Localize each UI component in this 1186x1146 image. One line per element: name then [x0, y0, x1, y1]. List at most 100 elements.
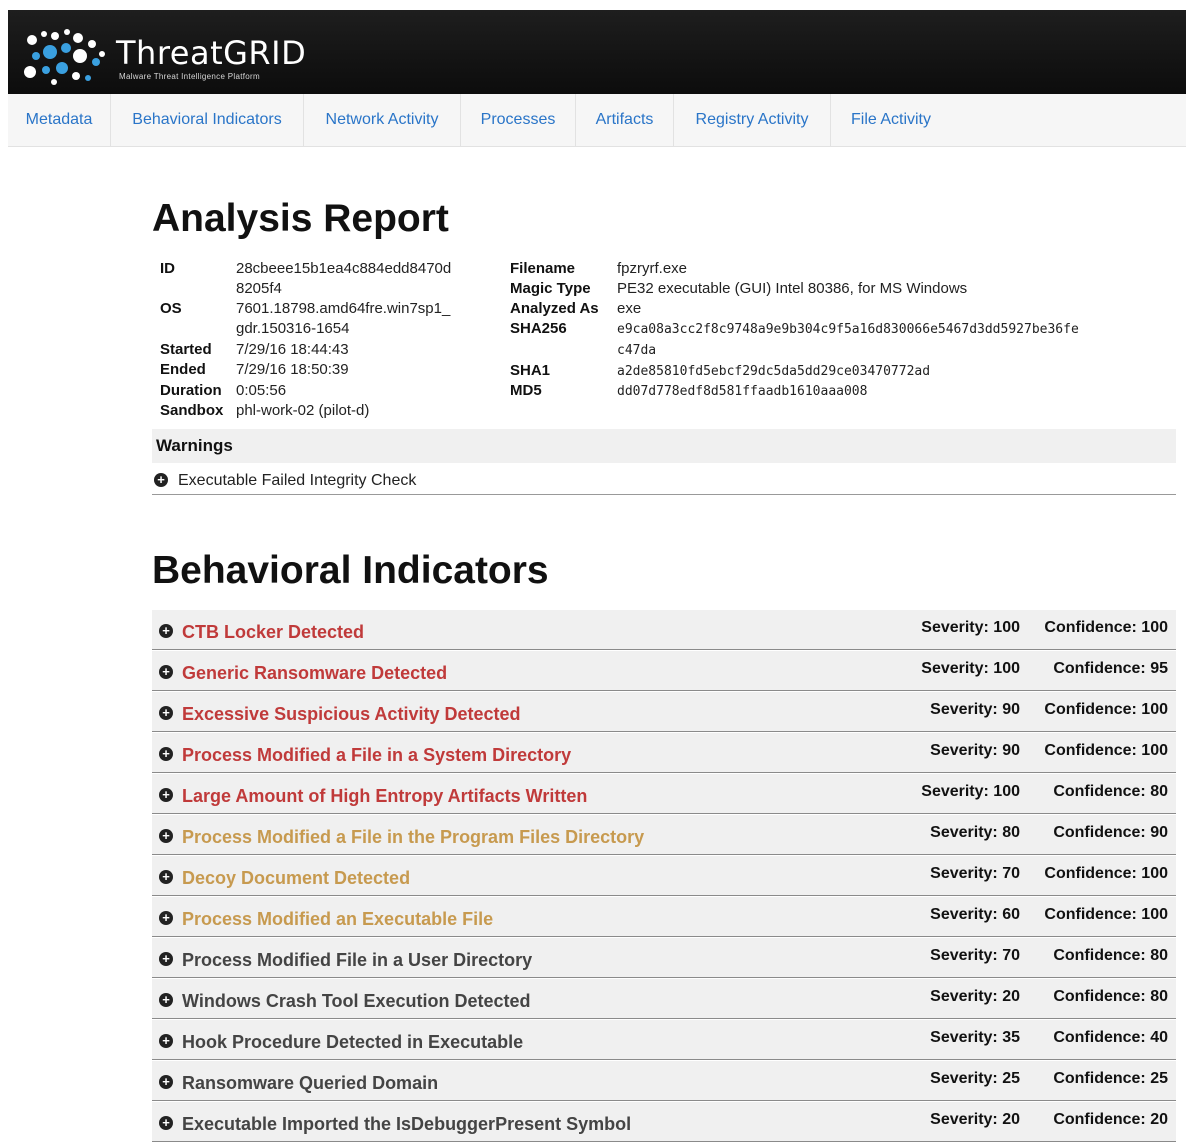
indicator-row[interactable]: + Large Amount of High Entropy Artifacts … [152, 774, 1176, 814]
indicator-row[interactable]: + Process Modified a File in the Program … [152, 815, 1176, 855]
nav-bar: Metadata Behavioral Indicators Network A… [8, 94, 1186, 147]
logo-name: ThreatGRID [116, 34, 307, 72]
indicator-severity: Severity: 100 [921, 619, 1020, 636]
indicator-list: + CTB Locker Detected Severity: 100 Confide… [152, 610, 1176, 1143]
sha256-value-line1: e9ca08a3cc2f8c9748a9e9b304c9f5a16d830066… [617, 322, 1079, 337]
expand-plus-icon[interactable]: + [159, 706, 173, 720]
expand-plus-icon[interactable]: + [159, 829, 173, 843]
indicator-confidence: Confidence: 90 [1053, 824, 1168, 841]
indicator-confidence: Confidence: 95 [1053, 660, 1168, 677]
md5-value: dd07d778edf8d581ffaadb1610aaa008 [617, 384, 868, 399]
os-value-line2: gdr.150316-1654 [236, 320, 350, 337]
indicator-severity: Severity: 70 [930, 865, 1020, 882]
indicator-severity: Severity: 20 [930, 988, 1020, 1005]
expand-plus-icon[interactable]: + [159, 624, 173, 638]
indicator-severity: Severity: 60 [930, 906, 1020, 923]
started-label: Started [160, 341, 212, 358]
indicator-row[interactable]: + Ransomware Queried Domain Severity: 25 Co… [152, 1061, 1176, 1101]
indicator-row[interactable]: + Executable Imported the IsDebuggerPrese… [152, 1102, 1176, 1142]
top-header: ThreatGRID Malware Threat Intelligence P… [8, 10, 1186, 94]
indicator-row[interactable]: + CTB Locker Detected Severity: 100 Confide… [152, 610, 1176, 650]
indicator-title[interactable]: Process Modified a File in a System Dire… [182, 745, 571, 766]
expand-plus-icon[interactable]: + [154, 473, 168, 487]
warnings-heading: Warnings [156, 436, 233, 455]
expand-plus-icon[interactable]: + [159, 993, 173, 1007]
logo-tagline: Malware Threat Intelligence Platform [119, 72, 260, 81]
expand-plus-icon[interactable]: + [159, 665, 173, 679]
expand-plus-icon[interactable]: + [159, 788, 173, 802]
magic-type-label: Magic Type [510, 280, 591, 297]
indicator-title[interactable]: Executable Imported the IsDebuggerPresen… [182, 1114, 631, 1135]
id-value-line1: 28cbeee15b1ea4c884edd8470d [236, 260, 452, 277]
indicator-row[interactable]: + Hook Procedure Detected in Executable Se… [152, 1020, 1176, 1060]
indicator-title[interactable]: Ransomware Queried Domain [182, 1073, 438, 1094]
indicator-row[interactable]: + Decoy Document Detected Severity: 70 Conf… [152, 856, 1176, 896]
indicator-title[interactable]: Decoy Document Detected [182, 868, 410, 889]
expand-plus-icon[interactable]: + [159, 911, 173, 925]
duration-label: Duration [160, 382, 222, 399]
indicator-confidence: Confidence: 100 [1044, 906, 1168, 923]
ended-value: 7/29/16 18:50:39 [236, 361, 349, 378]
indicator-confidence: Confidence: 40 [1053, 1029, 1168, 1046]
indicator-title[interactable]: Process Modified File in a User Director… [182, 950, 532, 971]
indicator-title[interactable]: Hook Procedure Detected in Executable [182, 1032, 523, 1053]
indicator-severity: Severity: 25 [930, 1070, 1020, 1087]
indicator-severity: Severity: 90 [930, 701, 1020, 718]
expand-plus-icon[interactable]: + [159, 747, 173, 761]
magic-type-value: PE32 executable (GUI) Intel 80386, for M… [617, 280, 968, 297]
started-value: 7/29/16 18:44:43 [236, 341, 349, 358]
tab-file-activity[interactable]: File Activity [831, 94, 951, 146]
indicator-title[interactable]: Generic Ransomware Detected [182, 663, 447, 684]
id-label: ID [160, 260, 175, 277]
sha1-value: a2de85810fd5ebcf29dc5da5dd29ce03470772ad [617, 364, 931, 379]
indicator-confidence: Confidence: 100 [1044, 865, 1168, 882]
tab-behavioral-indicators[interactable]: Behavioral Indicators [111, 94, 304, 146]
indicator-severity: Severity: 35 [930, 1029, 1020, 1046]
indicator-title[interactable]: Windows Crash Tool Execution Detected [182, 991, 531, 1012]
warning-item[interactable]: + Executable Failed Integrity Check [152, 470, 1176, 495]
tab-processes[interactable]: Processes [461, 94, 576, 146]
logo-dots-icon [24, 29, 105, 85]
indicator-confidence: Confidence: 20 [1053, 1111, 1168, 1128]
analysis-report-title: Analysis Report [152, 197, 449, 240]
indicator-row[interactable]: + Windows Crash Tool Execution Detected Se… [152, 979, 1176, 1019]
indicator-row[interactable]: + Process Modified File in a User Directo… [152, 938, 1176, 978]
indicator-severity: Severity: 100 [921, 783, 1020, 800]
expand-plus-icon[interactable]: + [159, 1116, 173, 1130]
indicator-title[interactable]: Process Modified a File in the Program F… [182, 827, 644, 848]
warning-text: Executable Failed Integrity Check [178, 472, 417, 489]
expand-plus-icon[interactable]: + [159, 1034, 173, 1048]
expand-plus-icon[interactable]: + [159, 870, 173, 884]
analyzed-as-value: exe [617, 300, 642, 317]
indicator-severity: Severity: 20 [930, 1111, 1020, 1128]
indicator-title[interactable]: Process Modified an Executable File [182, 909, 493, 930]
id-value-line2: 8205f4 [236, 280, 282, 297]
indicator-title[interactable]: Large Amount of High Entropy Artifacts W… [182, 786, 587, 807]
indicator-row[interactable]: + Excessive Suspicious Activity Detected S… [152, 692, 1176, 732]
indicator-confidence: Confidence: 100 [1044, 619, 1168, 636]
warnings-header: Warnings [152, 429, 1176, 463]
indicator-confidence: Confidence: 100 [1044, 742, 1168, 759]
indicator-confidence: Confidence: 80 [1053, 988, 1168, 1005]
tab-artifacts[interactable]: Artifacts [576, 94, 674, 146]
sandbox-value: phl-work-02 (pilot-d) [236, 402, 370, 419]
md5-label: MD5 [510, 382, 542, 399]
indicator-row[interactable]: + Process Modified an Executable File Seve… [152, 897, 1176, 937]
indicator-severity: Severity: 100 [921, 660, 1020, 677]
expand-plus-icon[interactable]: + [159, 1075, 173, 1089]
indicator-severity: Severity: 90 [930, 742, 1020, 759]
indicator-row[interactable]: + Process Modified a File in a System Dir… [152, 733, 1176, 773]
indicator-row[interactable]: + Generic Ransomware Detected Severity: 10… [152, 651, 1176, 691]
expand-plus-icon[interactable]: + [159, 952, 173, 966]
tab-metadata[interactable]: Metadata [8, 94, 111, 146]
filename-label: Filename [510, 260, 576, 277]
indicator-title[interactable]: CTB Locker Detected [182, 622, 364, 643]
threatgrid-logo[interactable]: ThreatGRID Malware Threat Intelligence P… [22, 18, 382, 90]
sha1-label: SHA1 [510, 362, 551, 379]
sha256-value-line2: c47da [617, 343, 657, 358]
tab-registry-activity[interactable]: Registry Activity [674, 94, 831, 146]
indicator-severity: Severity: 80 [930, 824, 1020, 841]
indicator-title[interactable]: Excessive Suspicious Activity Detected [182, 704, 520, 725]
tab-network-activity[interactable]: Network Activity [304, 94, 461, 146]
os-value-line1: 7601.18798.amd64fre.win7sp1_ [236, 300, 451, 317]
